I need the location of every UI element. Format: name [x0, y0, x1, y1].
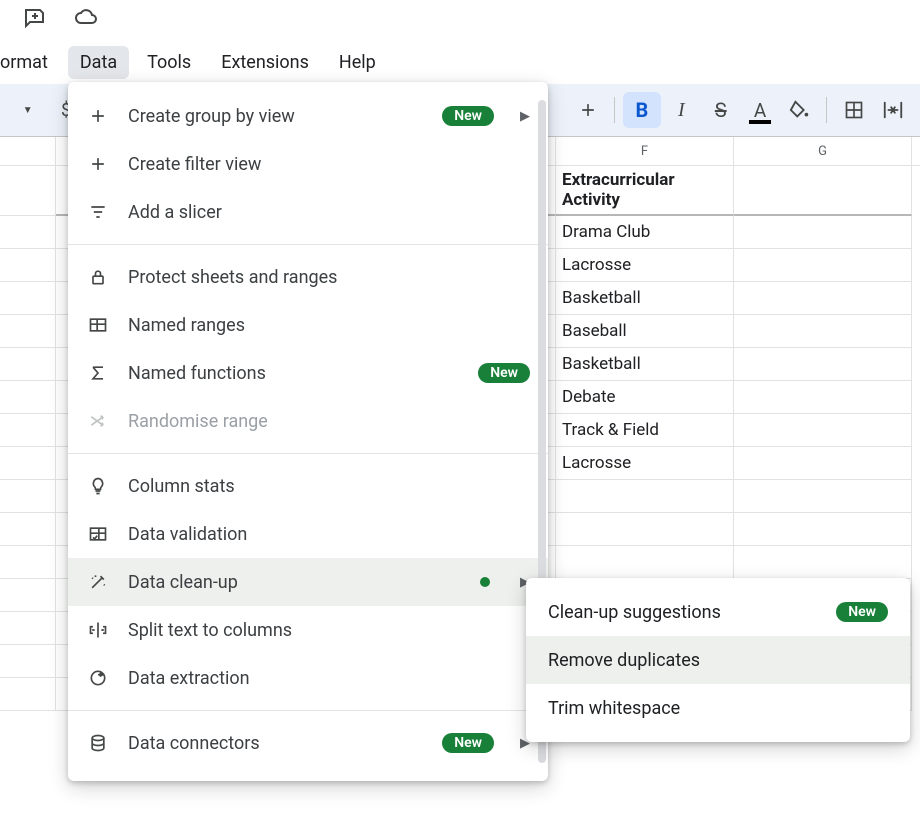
borders-button[interactable]	[835, 92, 872, 128]
cloud-icon[interactable]	[74, 6, 98, 34]
submenu-item-clean-up-suggestions[interactable]: Clean-up suggestions New	[526, 588, 910, 636]
cell[interactable]	[734, 249, 912, 282]
menu-item-column-stats[interactable]: Column stats	[68, 462, 548, 510]
text-color-button[interactable]: A	[741, 92, 778, 128]
cell[interactable]	[734, 447, 912, 480]
insert-plus-button[interactable]	[569, 92, 606, 128]
submenu-label: Remove duplicates	[548, 650, 888, 671]
lock-icon	[86, 267, 110, 287]
comment-add-icon[interactable]	[22, 6, 46, 34]
new-badge: New	[478, 363, 530, 383]
extract-icon	[86, 668, 110, 688]
menu-item-create-group-by-view[interactable]: Create group by view New ▶	[68, 92, 548, 140]
menu-tools[interactable]: Tools	[135, 46, 203, 79]
data-menu: Create group by view New ▶ Create filter vi…	[68, 82, 548, 781]
separator	[614, 97, 615, 123]
menu-label: Named functions	[128, 363, 460, 384]
cell[interactable]: Basketball	[556, 348, 734, 381]
cell[interactable]	[734, 480, 912, 513]
cell[interactable]	[734, 546, 912, 579]
bulb-icon	[86, 476, 110, 496]
cell[interactable]	[556, 480, 734, 513]
menu-item-protect-sheets-and-ranges[interactable]: Protect sheets and ranges	[68, 253, 548, 301]
menu-item-named-functions[interactable]: Named functions New	[68, 349, 548, 397]
sigma-icon	[86, 363, 110, 383]
bold-button[interactable]: B	[623, 92, 660, 128]
new-badge: New	[442, 106, 494, 126]
plus-icon	[86, 106, 110, 126]
cell[interactable]	[734, 414, 912, 447]
toolbar-more-left[interactable]: ▼	[8, 92, 45, 128]
cell[interactable]: Baseball	[556, 315, 734, 348]
strike-button[interactable]: S	[702, 92, 739, 128]
menu-label: Add a slicer	[128, 202, 530, 223]
fill-color-button[interactable]	[781, 92, 818, 128]
menu-item-data-validation[interactable]: Data validation	[68, 510, 548, 558]
submenu-label: Clean-up suggestions	[548, 602, 822, 623]
col-header[interactable]: F	[556, 137, 734, 165]
random-icon	[86, 411, 110, 431]
indicator-dot	[480, 577, 490, 587]
menubar: ormat Data Tools Extensions Help	[0, 40, 920, 84]
slicer-icon	[86, 202, 110, 222]
submenu-item-trim-whitespace[interactable]: Trim whitespace	[526, 684, 910, 732]
italic-button[interactable]: I	[663, 92, 700, 128]
plus-icon	[86, 154, 110, 174]
menu-item-add-a-slicer[interactable]: Add a slicer	[68, 188, 548, 236]
valid-icon	[86, 524, 110, 544]
chevron-right-icon: ▶	[520, 109, 530, 124]
menu-item-named-ranges[interactable]: Named ranges	[68, 301, 548, 349]
new-badge: New	[442, 733, 494, 753]
split-icon	[86, 620, 110, 640]
wand-icon	[86, 572, 110, 592]
submenu-item-remove-duplicates[interactable]: Remove duplicates	[526, 636, 910, 684]
cell[interactable]	[734, 513, 912, 546]
separator	[826, 97, 827, 123]
cell[interactable]: Drama Club	[556, 216, 734, 249]
menu-label: Data connectors	[128, 733, 424, 754]
menu-label: Named ranges	[128, 315, 530, 336]
cell[interactable]	[734, 282, 912, 315]
menu-extensions[interactable]: Extensions	[209, 46, 321, 79]
menu-item-data-extraction[interactable]: Data extraction	[68, 654, 548, 702]
named-icon	[86, 315, 110, 335]
menu-label: Protect sheets and ranges	[128, 267, 530, 288]
menu-item-data-clean-up[interactable]: Data clean-up▶	[68, 558, 548, 606]
cell[interactable]	[734, 315, 912, 348]
cell[interactable]: Lacrosse	[556, 447, 734, 480]
header-cell[interactable]: Extracurricular Activity	[556, 166, 734, 216]
menu-label: Create group by view	[128, 106, 424, 127]
menu-item-create-filter-view[interactable]: Create filter view	[68, 140, 548, 188]
cell[interactable]	[734, 381, 912, 414]
menu-item-data-connectors[interactable]: Data connectorsNew▶	[68, 719, 548, 767]
menu-data[interactable]: Data	[68, 46, 129, 79]
data-cleanup-submenu: Clean-up suggestions New Remove duplicates…	[526, 578, 910, 742]
cell[interactable]: Track & Field	[556, 414, 734, 447]
merge-button[interactable]	[875, 92, 912, 128]
cell[interactable]	[556, 546, 734, 579]
menu-label: Data validation	[128, 524, 530, 545]
menu-label: Create filter view	[128, 154, 530, 175]
cell[interactable]: Basketball	[556, 282, 734, 315]
menu-label: Data extraction	[128, 668, 530, 689]
cell[interactable]: Lacrosse	[556, 249, 734, 282]
menu-format-fragment[interactable]: ormat	[0, 46, 52, 79]
cell[interactable]: Debate	[556, 381, 734, 414]
menu-label: Data clean-up	[128, 572, 462, 593]
menu-item-split-text-to-columns[interactable]: Split text to columns	[68, 606, 548, 654]
cell[interactable]	[734, 216, 912, 249]
menu-item-randomise-range: Randomise range	[68, 397, 548, 445]
col-header[interactable]: G	[734, 137, 912, 165]
db-icon	[86, 733, 110, 753]
cell[interactable]	[556, 513, 734, 546]
menu-label: Split text to columns	[128, 620, 530, 641]
submenu-label: Trim whitespace	[548, 698, 888, 719]
menu-help[interactable]: Help	[327, 46, 388, 79]
cell[interactable]	[734, 348, 912, 381]
menu-label: Column stats	[128, 476, 530, 497]
new-badge: New	[836, 602, 888, 622]
menu-label: Randomise range	[128, 411, 530, 432]
